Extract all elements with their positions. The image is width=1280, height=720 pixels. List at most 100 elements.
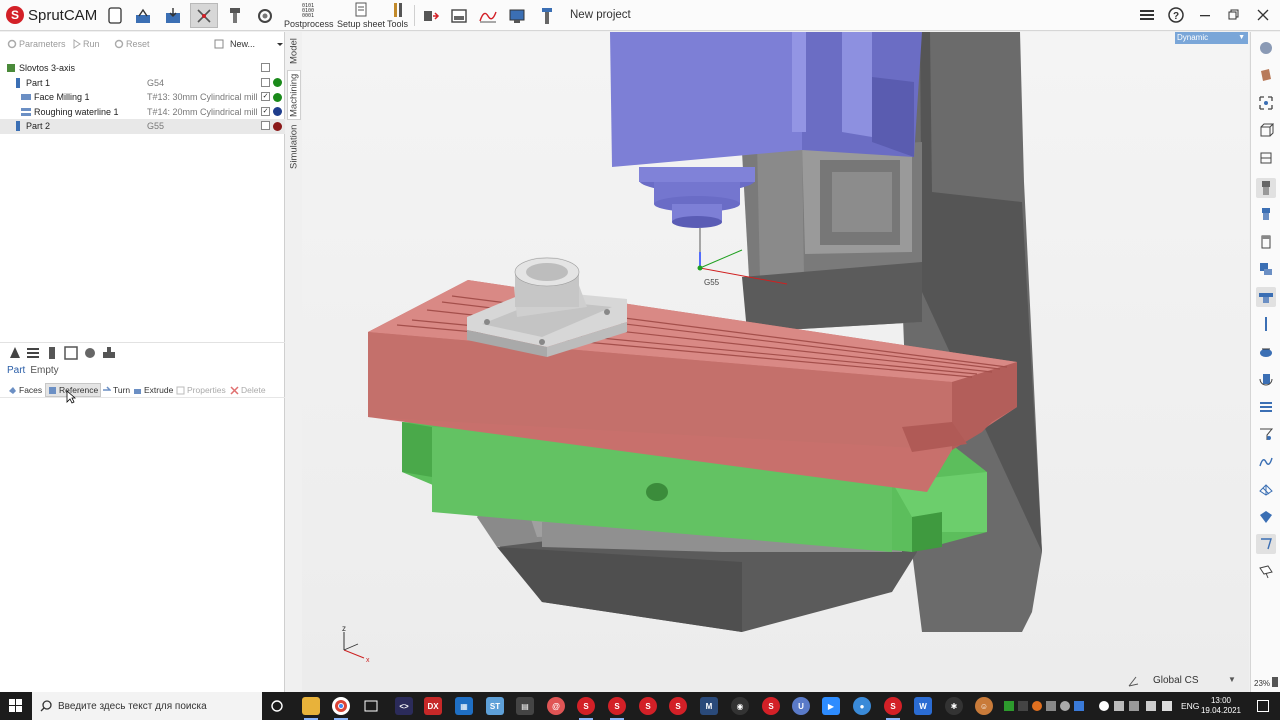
curve-display-button[interactable] (1256, 452, 1276, 472)
tab-machining[interactable]: Machining (287, 70, 301, 120)
tools-button[interactable]: Tools (387, 2, 408, 29)
surface-display-button[interactable] (1256, 479, 1276, 499)
setup-sheet-button[interactable]: Setup sheet (337, 2, 385, 29)
sprutcam-app-icon-4[interactable]: S (669, 697, 687, 715)
section-button[interactable] (1256, 562, 1276, 582)
wireframe-button[interactable] (1256, 534, 1276, 554)
tree-row-part-2[interactable]: Part 2 G55 (0, 119, 285, 134)
reset-button[interactable]: Reset (114, 39, 150, 49)
tray-icon-light[interactable] (1114, 701, 1124, 711)
fixture-icon[interactable] (64, 346, 78, 360)
rotate-stock-button[interactable] (1256, 369, 1276, 389)
tab-empty[interactable]: Empty (30, 365, 58, 376)
code-editor-app-icon[interactable]: <> (395, 697, 413, 715)
tree-row-checkbox[interactable]: ✓ (261, 92, 270, 101)
view-mode-dropdown[interactable]: Dynamic ▼ (1175, 32, 1248, 44)
zoom-app-icon[interactable]: ▶ (822, 697, 840, 715)
help-button[interactable]: ? (1167, 6, 1185, 24)
tray-icon-gray[interactable] (1046, 701, 1056, 711)
run-button[interactable]: Run (73, 39, 100, 49)
layout-button[interactable] (448, 3, 470, 28)
chevron-down-icon[interactable]: ▼ (1228, 675, 1236, 684)
restore-button[interactable] (1225, 6, 1243, 24)
iso-view-button[interactable] (1256, 120, 1276, 140)
delete-button[interactable]: Delete (228, 383, 268, 397)
toolpath-view-button[interactable] (477, 3, 499, 28)
windows-app-icon[interactable]: ▦ (455, 697, 473, 715)
show-tool-button[interactable] (1256, 178, 1276, 198)
clock[interactable]: 13:00 19.04.2021 (1200, 696, 1242, 716)
postprocess-button[interactable]: 0101 0100 0001 Postprocess (284, 2, 334, 29)
zoom-handle[interactable] (1272, 677, 1278, 687)
filter-button[interactable] (1256, 424, 1276, 444)
volume-icon[interactable] (1162, 701, 1172, 711)
tool-library-button[interactable] (537, 3, 557, 28)
notification-icon[interactable] (1257, 700, 1269, 712)
tree-row-checkbox[interactable]: ✓ (261, 106, 270, 116)
u-app-icon[interactable]: U (792, 697, 810, 715)
st-app-icon[interactable]: ST (486, 697, 504, 715)
tree-row-checkbox[interactable] (261, 77, 270, 87)
part-setup-icon[interactable] (8, 346, 22, 360)
explorer-app-icon[interactable] (302, 697, 320, 720)
battery-icon[interactable] (1146, 701, 1156, 711)
view-orbit-button[interactable] (1256, 38, 1276, 58)
tree-row-face-milling[interactable]: Face Milling 1 T#13: 30mm Cylindrical mi… (0, 90, 285, 105)
tree-row-roughing-waterline[interactable]: Roughing waterline 1 T#14: 20mm Cylindri… (0, 105, 285, 120)
red-circle-app-icon[interactable]: @ (547, 697, 565, 715)
word-app-icon[interactable]: W (914, 697, 932, 715)
show-machine-button[interactable] (1256, 259, 1276, 279)
dx-app-icon[interactable]: DX (424, 697, 442, 715)
m-app-icon[interactable]: M (700, 697, 718, 715)
tab-part[interactable]: Part (7, 365, 25, 376)
close-button[interactable] (1254, 6, 1272, 24)
tray-icon-white[interactable] (1099, 701, 1109, 711)
coordinate-system-selector[interactable]: Global CS (1153, 675, 1199, 686)
new-file-button[interactable] (106, 3, 124, 28)
grid-app-icon[interactable]: ▤ (516, 697, 534, 715)
tray-icon-blue[interactable] (1074, 701, 1084, 711)
simulation-button[interactable] (254, 3, 276, 28)
tab-simulation[interactable]: Simulation (287, 122, 301, 172)
tree-root[interactable]: Slovtos 3-axis (0, 61, 285, 76)
tree-row-part-1[interactable]: Part 1 G54 (0, 76, 285, 91)
tree-row-checkbox[interactable] (261, 121, 270, 130)
show-tool-axis-button[interactable] (1256, 314, 1276, 334)
show-stock-button[interactable] (1256, 232, 1276, 252)
sprutcam-app-icon-3[interactable]: S (639, 697, 657, 715)
network-icon[interactable] (1129, 701, 1139, 711)
open-button[interactable] (132, 3, 154, 28)
chrome-app-icon[interactable] (332, 697, 350, 720)
minimize-button[interactable] (1196, 6, 1214, 24)
blue-drop-app-icon[interactable]: ● (853, 697, 871, 715)
new-operation-button[interactable]: New... (214, 39, 285, 49)
extrude-button[interactable]: Extrude (131, 383, 175, 397)
workpiece-icon[interactable] (45, 346, 59, 360)
cortana-icon[interactable] (271, 700, 283, 712)
input-language[interactable]: ENG (1181, 701, 1199, 711)
machine-setup-button[interactable] (420, 3, 442, 28)
sprutcam-active-app-icon[interactable]: S (884, 697, 902, 720)
tool-button[interactable] (224, 3, 246, 28)
tray-icon-green[interactable] (1004, 701, 1014, 711)
solid-display-button[interactable] (1256, 507, 1276, 527)
windows-start-icon[interactable] (9, 699, 23, 713)
properties-button[interactable]: Properties (174, 383, 228, 397)
sprutcam-app-icon-5[interactable]: S (762, 697, 780, 715)
user-app-icon[interactable]: ☺ (975, 697, 993, 715)
3d-viewport[interactable]: z x Dynamic ▼ G55 Global CS ▼ (302, 32, 1249, 692)
workpiece-view-button[interactable] (1256, 65, 1276, 85)
display-button[interactable] (506, 3, 528, 28)
sprutcam-app-icon-1[interactable]: S (577, 697, 595, 720)
sprutcam-app-icon-2[interactable]: S (608, 697, 626, 720)
tray-icon-nvidia[interactable] (1018, 701, 1028, 711)
tab-model[interactable]: Model (287, 34, 301, 68)
front-view-button[interactable] (1256, 148, 1276, 168)
faces-button[interactable]: Faces (6, 383, 44, 397)
tray-icon-orange[interactable] (1032, 701, 1042, 711)
parameters-button[interactable]: Parameters (7, 39, 66, 49)
show-toolpath-button[interactable] (1256, 342, 1276, 362)
tool-holder-icon[interactable] (83, 346, 97, 360)
show-fixture-button[interactable] (1256, 287, 1276, 307)
layers-button[interactable] (1256, 397, 1276, 417)
